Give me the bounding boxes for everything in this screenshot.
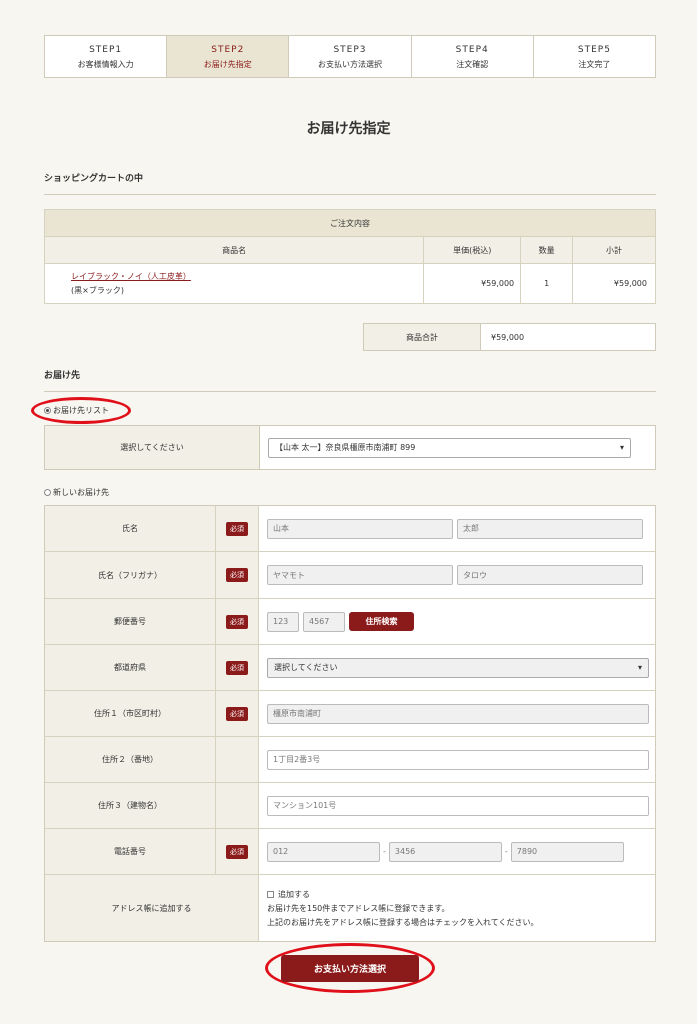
checkbox-icon[interactable] [267, 890, 274, 898]
field-label: 電話番号 [45, 829, 216, 874]
field-label: 氏名 [45, 506, 216, 551]
col-price: 単価(税込) [423, 236, 522, 264]
form-row-address1: 住所１（市区町村） 必須 橿原市南浦町 [45, 691, 655, 737]
table-row: レイブラック・ノイ（人工皮革） (黒×ブラック) ¥59,000 1 ¥59,0… [43, 263, 656, 304]
field-label: 住所２（番地） [45, 737, 216, 782]
form-row-kana: 氏名（フリガナ） 必須 ヤマモト タロウ [45, 552, 655, 599]
cart-caption: ご注文内容 [44, 209, 656, 237]
step-number: STEP2 [211, 45, 245, 55]
required-badge: 必須 [226, 568, 248, 582]
col-qty: 数量 [520, 236, 574, 264]
step-label: お支払い方法選択 [318, 60, 382, 69]
product-cell: レイブラック・ノイ（人工皮革） (黒×ブラック) [43, 263, 425, 304]
step-2-current: STEP2 お届け先指定 [167, 36, 290, 77]
subtotal-cell: ¥59,000 [572, 263, 656, 304]
field-label: 郵便番号 [45, 599, 216, 644]
step-1: STEP1 お客様情報入力 [45, 36, 168, 77]
cart-total: 商品合計 ¥59,000 [363, 323, 656, 351]
address2-input[interactable]: 1丁目2番3号 [267, 749, 649, 770]
cart-section-title: ショッピングカートの中 [44, 171, 656, 195]
dash-separator: - [504, 847, 508, 856]
form-row-prefecture: 都道府県 必須 選択してください ▾ [45, 645, 655, 691]
required-badge: 必須 [226, 844, 248, 859]
step-label: お届け先指定 [203, 60, 252, 69]
required-badge: 必須 [226, 521, 248, 536]
page-title: お届け先指定 [306, 121, 391, 137]
radio-unselected-icon[interactable] [44, 489, 51, 496]
field-label: 住所３（建物名） [45, 783, 216, 828]
form-row-address3: 住所３（建物名） マンション101号 [45, 783, 655, 829]
add-to-book-checkbox-row[interactable]: 追加する [267, 889, 310, 900]
total-label: 商品合計 [364, 324, 481, 350]
dash-separator: - [383, 847, 386, 856]
product-link[interactable]: レイブラック・ノイ（人工皮革） [71, 271, 423, 282]
qty-cell: 1 [520, 263, 574, 304]
form-row-address-book: アドレス帳に追加する 追加する お届け先を150件までアドレス帳に登録できます。… [45, 875, 655, 941]
step-number: STEP1 [89, 45, 123, 55]
address-book-note: お届け先を150件までアドレス帳に登録できます。 [267, 903, 450, 913]
prefecture-value: 選択してください [274, 663, 338, 672]
required-badge: 必須 [226, 614, 248, 629]
step-number: STEP4 [455, 45, 489, 55]
form-row-name: 氏名 必須 山本 太郎 [45, 506, 655, 552]
col-product: 商品名 [43, 236, 425, 264]
required-badge: 必須 [226, 660, 248, 675]
step-label: お客様情報入力 [77, 60, 134, 69]
step-progress: STEP1 お客様情報入力 STEP2 お届け先指定 STEP3 お支払い方法選択 S… [44, 35, 656, 78]
zip-part2-input[interactable]: 4567 [303, 611, 345, 632]
step-label: 注文確認 [456, 60, 489, 69]
address-search-button[interactable]: 住所検索 [349, 612, 414, 631]
step-number: STEP3 [333, 45, 367, 55]
field-label: 氏名（フリガナ） [45, 552, 216, 598]
field-label: 住所１（市区町村） [45, 691, 216, 736]
checkbox-label: 追加する [278, 889, 310, 899]
first-name-input[interactable]: 太郎 [457, 518, 643, 539]
delivery-section-title: お届け先 [44, 368, 656, 392]
last-name-kana-input[interactable]: ヤマモト [267, 565, 453, 585]
radio-new-address[interactable]: 新しいお届け先 [44, 487, 109, 498]
phone-part2-input[interactable]: 3456 [388, 841, 502, 862]
form-row-address2: 住所２（番地） 1丁目2番3号 [45, 737, 655, 783]
form-row-phone: 電話番号 必須 012 - 3456 - 7890 [45, 829, 655, 875]
triangle-down-icon: ▾ [619, 443, 624, 452]
address-list-value: 【山本 太一】奈良県橿原市南浦町 899 [275, 443, 416, 452]
total-value: ¥59,000 [491, 332, 525, 342]
address-list-row: 選択してください 【山本 太一】奈良県橿原市南浦町 899 ▾ [44, 425, 656, 470]
required-badge: 必須 [226, 706, 248, 721]
step-3: STEP3 お支払い方法選択 [289, 36, 412, 77]
cart-table: ご注文内容 商品名 単価(税込) 数量 小計 レイブラック・ノイ（人工皮革） (… [43, 209, 656, 304]
address-book-note: 上記のお届け先をアドレス帳に登録する場合はチェックを入れてください。 [267, 917, 539, 927]
product-variant: (黒×ブラック) [71, 286, 124, 295]
radio-selected-icon[interactable] [44, 407, 51, 414]
field-label: アドレス帳に追加する [45, 875, 259, 941]
step-4: STEP4 注文確認 [412, 36, 534, 77]
form-row-zip: 郵便番号 必須 123 4567 住所検索 [45, 599, 655, 645]
phone-part3-input[interactable]: 7890 [510, 841, 624, 862]
payment-method-button[interactable]: お支払い方法選択 [281, 955, 419, 982]
col-subtotal: 小計 [572, 236, 656, 264]
first-name-kana-input[interactable]: タロウ [457, 565, 643, 585]
last-name-input[interactable]: 山本 [267, 518, 453, 539]
address-form: 氏名 必須 山本 太郎 氏名（フリガナ） 必須 ヤマモト タロウ 郵便番号 必須… [44, 505, 656, 942]
step-number: STEP5 [577, 45, 611, 55]
address-list-select[interactable]: 【山本 太一】奈良県橿原市南浦町 899 ▾ [268, 437, 631, 458]
address-list-label: 選択してください [45, 426, 260, 469]
radio-label: お届け先リスト [53, 406, 109, 415]
address3-input[interactable]: マンション101号 [267, 795, 649, 816]
step-label: 注文完了 [578, 60, 611, 69]
submit-area: お支払い方法選択 [265, 943, 435, 993]
step-5: STEP5 注文完了 [534, 36, 655, 77]
zip-part1-input[interactable]: 123 [267, 611, 299, 632]
address1-input[interactable]: 橿原市南浦町 [267, 703, 649, 724]
radio-address-list[interactable]: お届け先リスト [44, 405, 109, 416]
triangle-down-icon: ▾ [637, 663, 642, 672]
radio-label: 新しいお届け先 [53, 488, 109, 497]
prefecture-select[interactable]: 選択してください ▾ [267, 657, 649, 678]
phone-part1-input[interactable]: 012 [267, 841, 380, 862]
field-label: 都道府県 [45, 645, 216, 690]
price-cell: ¥59,000 [423, 263, 522, 304]
